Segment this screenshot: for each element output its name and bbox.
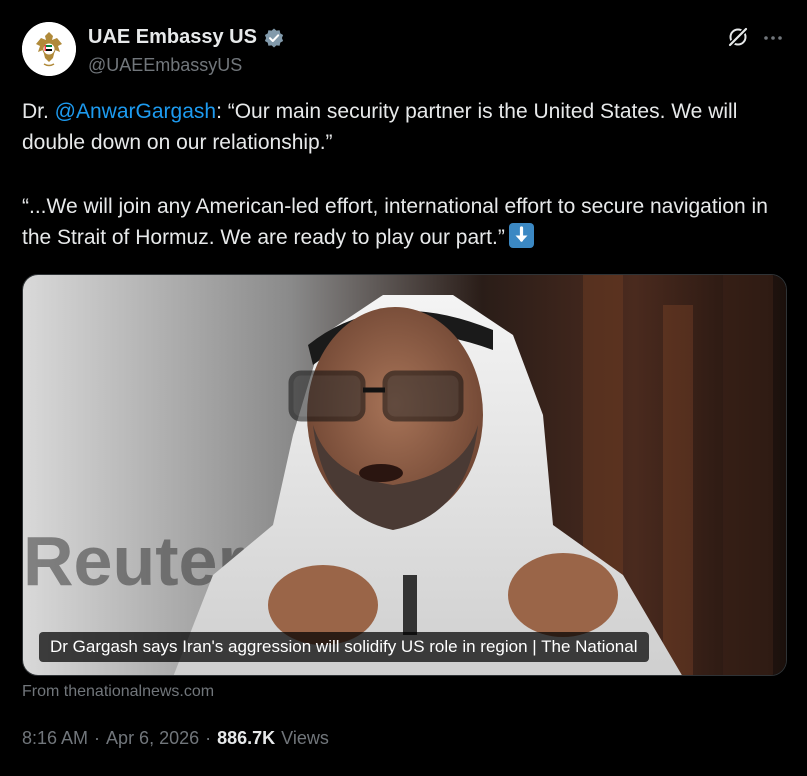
verified-badge-icon — [264, 28, 284, 47]
author-handle[interactable]: @UAEEmbassyUS — [88, 55, 242, 76]
link-card-media[interactable]: Reuters Dr Gargash says Iran's aggressio… — [22, 274, 787, 676]
meta-separator: · — [94, 728, 101, 748]
article-photo: Reuters — [23, 275, 786, 675]
tweet: UAE Embassy US @UAEEmbassyUS Dr. @AnwarG… — [0, 0, 807, 776]
media-caption: Dr Gargash says Iran's aggression will s… — [39, 632, 649, 662]
views-label: Views — [281, 728, 329, 748]
tweet-text: Dr. @AnwarGargash: “Our main security pa… — [22, 96, 787, 253]
mention-link[interactable]: @AnwarGargash — [55, 100, 216, 123]
tweet-paragraph-2: “...We will join any American-led effort… — [22, 191, 787, 253]
uae-emblem-icon — [22, 22, 76, 76]
grok-icon[interactable] — [726, 25, 750, 49]
tweet-prefix: Dr. — [22, 100, 55, 123]
views-count[interactable]: 886.7K — [217, 728, 275, 749]
down-arrow-emoji-icon — [508, 223, 534, 248]
source-link[interactable]: From thenationalnews.com — [22, 683, 214, 701]
more-icon[interactable] — [762, 28, 784, 48]
meta-separator-2: · — [205, 728, 212, 748]
tweet-time[interactable]: 8:16 AM — [22, 728, 88, 749]
tweet-line2: “...We will join any American-led effort… — [22, 195, 768, 249]
author-name-text: UAE Embassy US — [88, 26, 257, 48]
avatar[interactable] — [22, 22, 76, 76]
author-name[interactable]: UAE Embassy US — [88, 26, 285, 49]
tweet-meta: 8:16 AM · Apr 6, 2026 · 886.7K Views — [22, 728, 329, 749]
tweet-date[interactable]: Apr 6, 2026 — [106, 728, 199, 749]
tweet-paragraph-1: Dr. @AnwarGargash: “Our main security pa… — [22, 96, 787, 158]
